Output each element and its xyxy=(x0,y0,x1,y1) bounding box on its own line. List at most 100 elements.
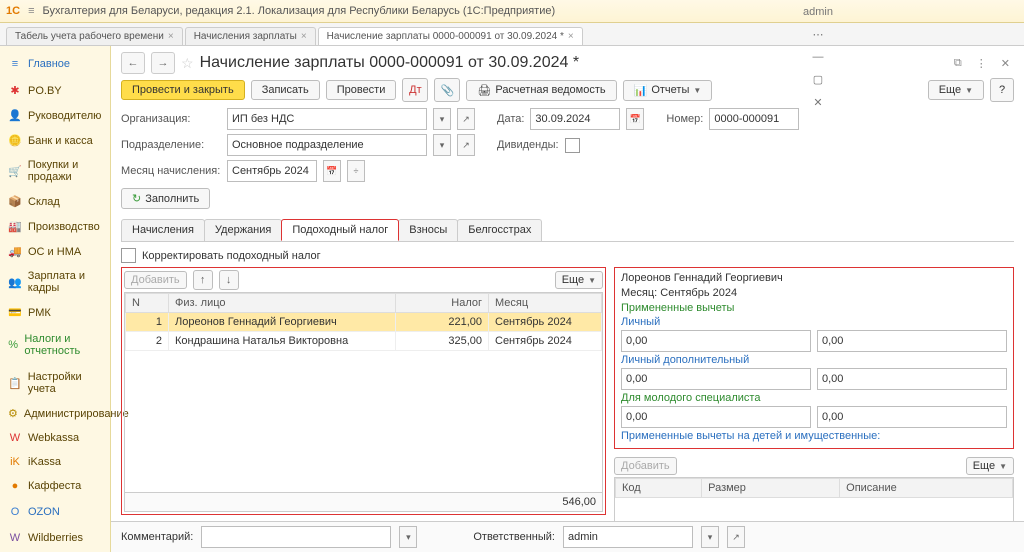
young-b[interactable]: 0,00 xyxy=(817,406,1007,428)
sidebar-item[interactable]: 🛒Покупки и продажи xyxy=(0,153,110,189)
resp-dropdown[interactable]: ▾ xyxy=(701,526,719,548)
add-deduction-button[interactable]: Добавить xyxy=(614,457,677,475)
sidebar-item[interactable]: 👤Руководителю xyxy=(0,103,110,128)
sidebar-item[interactable]: %Налоги и отчетность xyxy=(0,327,110,363)
table-row[interactable]: 1Лореонов Геннадий Георгиевич221,00Сентя… xyxy=(126,313,602,332)
sidebar-item[interactable]: 📦Склад xyxy=(0,189,110,214)
app-title: Бухгалтерия для Беларуси, редакция 2.1. … xyxy=(42,5,610,17)
extra-a[interactable]: 0,00 xyxy=(621,368,811,390)
dep-label: Подразделение: xyxy=(121,139,221,151)
month-input[interactable]: Сентябрь 2024 xyxy=(227,160,317,182)
fill-button[interactable]: ↻Заполнить xyxy=(121,188,210,209)
help-button[interactable]: ? xyxy=(990,78,1014,102)
sidebar-item[interactable]: ●Каффеста xyxy=(0,474,110,498)
nav-icon: 🚚 xyxy=(8,245,22,258)
add-row-button[interactable]: Добавить xyxy=(124,271,187,289)
sidebar-item[interactable]: WWildberries xyxy=(0,526,110,550)
dividends-checkbox[interactable] xyxy=(565,138,580,153)
comment-input[interactable] xyxy=(201,526,391,548)
doc-tab[interactable]: Табель учета рабочего времени× xyxy=(6,27,183,45)
date-label: Дата: xyxy=(497,113,524,125)
tax-grid[interactable]: N Физ. лицо Налог Месяц 1Лореонов Геннад… xyxy=(124,292,603,493)
dep-dropdown[interactable]: ▾ xyxy=(433,134,451,156)
comment-label: Комментарий: xyxy=(121,531,193,543)
menu-icon[interactable]: ≡ xyxy=(28,5,34,17)
resp-input[interactable]: admin xyxy=(563,526,693,548)
dep-open[interactable]: ↗ xyxy=(457,134,475,156)
sidebar-item[interactable]: 🪙Банк и касса xyxy=(0,128,110,153)
post-button[interactable]: Провести xyxy=(326,80,397,100)
more-button[interactable]: Еще▼ xyxy=(928,80,984,100)
nav-icon: ⚙ xyxy=(8,407,18,420)
correct-checkbox[interactable] xyxy=(121,248,136,263)
section-deductions: Примененные вычеты xyxy=(621,302,1007,314)
extra-b[interactable]: 0,00 xyxy=(817,368,1007,390)
date-picker[interactable]: 📅 xyxy=(626,108,644,130)
org-open[interactable]: ↗ xyxy=(457,108,475,130)
nav-icon: W xyxy=(8,432,22,444)
nav-icon: 🏭 xyxy=(8,220,22,233)
sidebar-item[interactable]: 🚚ОС и НМА xyxy=(0,239,110,264)
left-more-button[interactable]: Еще▼ xyxy=(555,271,603,289)
doc-tab[interactable]: Начисления зарплаты× xyxy=(185,27,316,45)
org-dropdown[interactable]: ▾ xyxy=(433,108,451,130)
sidebar-item[interactable]: 📋Настройки учета xyxy=(0,365,110,401)
subtab[interactable]: Белгосстрах xyxy=(457,219,542,241)
favorite-icon[interactable]: ☆ xyxy=(181,55,194,72)
doc-tab[interactable]: Начисление зарплаты 0000-000091 от 30.09… xyxy=(318,27,583,45)
table-row[interactable]: 2Кондрашина Наталья Викторовна325,00Сент… xyxy=(126,332,602,351)
attach-icon[interactable]: 📎 xyxy=(434,78,460,102)
comment-dropdown[interactable]: ▾ xyxy=(399,526,417,548)
org-input[interactable]: ИП без НДС xyxy=(227,108,427,130)
ded-more-button[interactable]: Еще▼ xyxy=(966,457,1014,475)
row-up[interactable]: ↑ xyxy=(193,270,213,290)
nav-icon: O xyxy=(8,506,22,518)
dk-icon[interactable]: Дт xyxy=(402,78,428,102)
doc-close-icon[interactable]: ✕ xyxy=(997,57,1014,70)
deductions-grid[interactable]: КодРазмерОписание xyxy=(614,477,1014,521)
num-input[interactable]: 0000-000091 xyxy=(709,108,799,130)
sidebar-item[interactable]: WWebkassa xyxy=(0,426,110,450)
sidebar-item[interactable]: iKiKassa xyxy=(0,450,110,474)
more-icon[interactable]: ⋮ xyxy=(972,57,991,70)
tab-close-icon[interactable]: × xyxy=(301,31,307,42)
row-down[interactable]: ↓ xyxy=(219,270,239,290)
month-stepper[interactable]: ÷ xyxy=(347,160,365,182)
subtab[interactable]: Начисления xyxy=(121,219,205,241)
sidebar-item[interactable]: 🏭Производство xyxy=(0,214,110,239)
back-button[interactable]: ← xyxy=(121,52,145,74)
nav-icon: 📦 xyxy=(8,195,22,208)
sidebar-item[interactable]: ✱PO.BY xyxy=(0,78,110,103)
tab-close-icon[interactable]: × xyxy=(568,31,574,42)
subtab[interactable]: Взносы xyxy=(398,219,458,241)
sidebar-item[interactable]: OOZON xyxy=(0,500,110,524)
young-a[interactable]: 0,00 xyxy=(621,406,811,428)
tab-close-icon[interactable]: × xyxy=(168,31,174,42)
personal-b[interactable]: 0,00 xyxy=(817,330,1007,352)
payslip-button[interactable]: 🖨Расчетная ведомость xyxy=(466,80,616,101)
nav-icon: ✱ xyxy=(8,84,22,97)
nav-icon: 💳 xyxy=(8,306,22,319)
link-icon[interactable]: ⧉ xyxy=(950,57,966,70)
details-panel: Лореонов Геннадий Георгиевич Месяц: Сент… xyxy=(614,267,1014,449)
write-button[interactable]: Записать xyxy=(251,80,320,100)
sidebar-item[interactable]: 👥Зарплата и кадры xyxy=(0,264,110,300)
sidebar-item[interactable]: 💳РМК xyxy=(0,300,110,325)
user-label: admin xyxy=(803,6,833,18)
resp-open[interactable]: ↗ xyxy=(727,526,745,548)
settings-icon[interactable]: ⋯ xyxy=(813,28,824,41)
post-close-button[interactable]: Провести и закрыть xyxy=(121,80,245,100)
forward-button[interactable]: → xyxy=(151,52,175,74)
app-logo: 1С xyxy=(6,5,20,17)
sidebar-item[interactable]: ≡Главное xyxy=(0,52,110,76)
nav-icon: 🛒 xyxy=(8,165,22,178)
personal-a[interactable]: 0,00 xyxy=(621,330,811,352)
subtab[interactable]: Подоходный налог xyxy=(281,219,399,241)
month-picker[interactable]: 📅 xyxy=(323,160,341,182)
reports-button[interactable]: 📊Отчеты▼ xyxy=(623,80,713,101)
subtab[interactable]: Удержания xyxy=(204,219,282,241)
dep-input[interactable]: Основное подразделение xyxy=(227,134,427,156)
person-name: Лореонов Геннадий Георгиевич xyxy=(621,272,1007,284)
sidebar-item[interactable]: ⚙Администрирование xyxy=(0,401,110,426)
date-input[interactable]: 30.09.2024 xyxy=(530,108,620,130)
